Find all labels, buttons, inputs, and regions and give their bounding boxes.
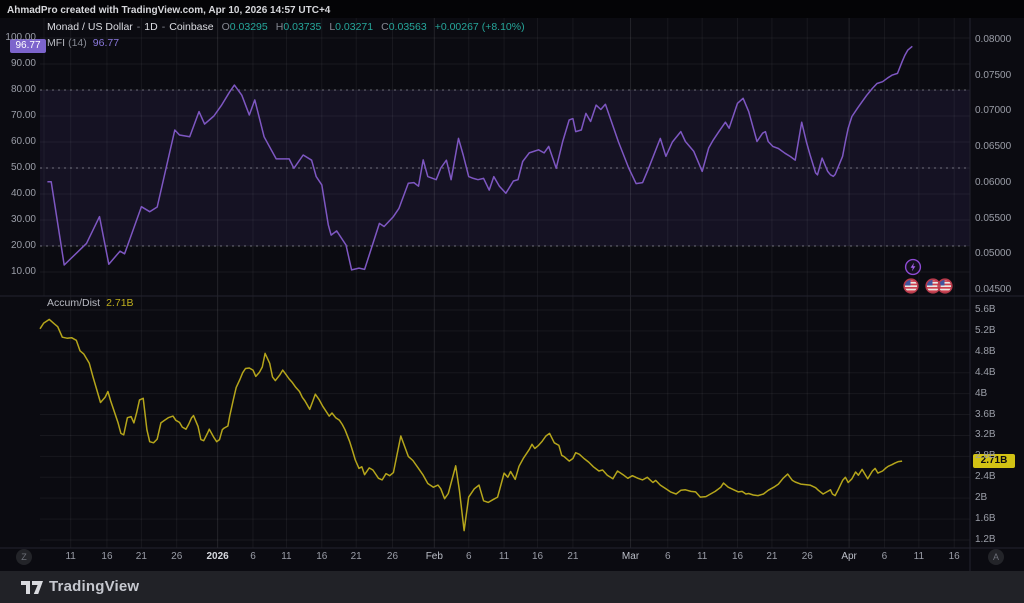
time-axis-tick: 11 [697, 551, 707, 562]
time-axis-tick: Mar [622, 551, 639, 562]
time-axis-tick: 11 [499, 551, 509, 562]
us-flag-event-pair-icon[interactable] [924, 278, 954, 294]
time-axis-tick: 16 [949, 551, 960, 562]
chart-area[interactable]: Monad / US Dollar-1D-CoinbaseO0.03295H0.… [0, 18, 1024, 571]
accum-dist-legend[interactable]: Accum/Dist 2.71B [47, 297, 134, 310]
symbol-title[interactable]: Monad / US Dollar [47, 21, 133, 33]
time-axis-right-button[interactable]: A [988, 549, 1004, 565]
time-axis-tick: 6 [466, 551, 472, 562]
time-axis-tick: 6 [665, 551, 671, 562]
time-axis-tick: 16 [532, 551, 543, 562]
legend-separator: - [137, 21, 141, 33]
mfi-current-value: 96.77 [93, 37, 119, 49]
price-scale-tick: 0.07500 [975, 70, 1011, 82]
mfi-scale-tick: 50.00 [0, 162, 36, 174]
accum-dist-scale-tick: 4B [975, 388, 987, 400]
tradingview-wordmark[interactable]: TradingView [49, 571, 139, 603]
time-axis-tick: 26 [802, 551, 813, 562]
mfi-scale-tick: 10.00 [0, 266, 36, 278]
footer-bar: TradingView [0, 571, 1024, 603]
time-axis-tick: 11 [914, 551, 924, 562]
open-key: O [222, 21, 230, 33]
time-axis-tick: 16 [101, 551, 112, 562]
accum-dist-scale-tick: 4.8B [975, 346, 996, 358]
accum-dist-scale-tick: 1.6B [975, 513, 996, 525]
chart-canvas[interactable] [0, 18, 1024, 571]
time-axis-left-button[interactable]: Z [16, 549, 32, 565]
high-value: 0.03735 [283, 21, 321, 33]
time-axis-tick: 21 [351, 551, 362, 562]
change-value: +0.00267 (+8.10%) [435, 21, 525, 33]
price-scale-tick: 0.06000 [975, 177, 1011, 189]
time-axis-tick: 26 [387, 551, 398, 562]
interval-label[interactable]: 1D [144, 21, 157, 33]
accum-dist-line [40, 319, 902, 530]
accum-dist-scale-tick: 5.2B [975, 325, 996, 337]
accum-dist-scale-tick: 5.6B [975, 304, 996, 316]
accum-dist-scale-tick: 3.6B [975, 409, 996, 421]
price-scale-tick: 0.06500 [975, 141, 1011, 153]
time-axis-tick: 16 [316, 551, 327, 562]
time-axis-tick: 6 [250, 551, 256, 562]
time-axis-tick: Apr [841, 551, 857, 562]
price-scale-tick: 0.08000 [975, 34, 1011, 46]
time-axis-tick: 26 [171, 551, 182, 562]
time-axis-tick: 11 [65, 551, 75, 562]
open-value: 0.03295 [230, 21, 268, 33]
time-axis-tick: Feb [426, 551, 443, 562]
time-axis-tick: 21 [136, 551, 147, 562]
mfi-scale-tick: 80.00 [0, 84, 36, 96]
symbol-legend[interactable]: Monad / US Dollar-1D-CoinbaseO0.03295H0.… [47, 21, 525, 34]
mfi-scale-tick: 30.00 [0, 214, 36, 226]
accum-dist-scale-tick: 2.4B [975, 471, 996, 483]
accum-dist-scale-tick: 2.8B [975, 450, 996, 462]
low-value: 0.03271 [335, 21, 373, 33]
mfi-scale-tick: 100.00 [0, 32, 36, 44]
close-value: 0.03563 [389, 21, 427, 33]
accum-dist-scale-tick: 4.4B [975, 367, 996, 379]
mfi-params: (14) [68, 37, 87, 49]
time-axis-tick: 6 [882, 551, 888, 562]
us-flag-event-icon[interactable] [903, 278, 919, 294]
accum-dist-scale-tick: 1.2B [975, 534, 996, 546]
mfi-name[interactable]: MFI [47, 37, 65, 49]
time-axis-tick: 21 [567, 551, 578, 562]
accum-dist-name[interactable]: Accum/Dist [47, 297, 100, 309]
legend-separator: - [162, 21, 166, 33]
lightning-event-icon[interactable] [904, 258, 922, 276]
mfi-scale-tick: 20.00 [0, 240, 36, 252]
time-axis-tick: 2026 [207, 551, 229, 562]
attribution-bar: AhmadPro created with TradingView.com, A… [0, 0, 1024, 18]
mfi-scale-tick: 40.00 [0, 188, 36, 200]
mfi-scale-tick: 70.00 [0, 110, 36, 122]
time-axis-tick: 11 [281, 551, 291, 562]
exchange-label[interactable]: Coinbase [169, 21, 213, 33]
time-axis-tick: 16 [732, 551, 743, 562]
accum-dist-scale-tick: 2B [975, 492, 987, 504]
mfi-scale-tick: 90.00 [0, 58, 36, 70]
close-key: C [381, 21, 389, 33]
accum-dist-scale-tick: 3.2B [975, 429, 996, 441]
tradingview-logo-icon[interactable] [20, 578, 44, 598]
time-axis-tick: 21 [766, 551, 777, 562]
price-scale-tick: 0.05500 [975, 213, 1011, 225]
price-scale-tick: 0.04500 [975, 284, 1011, 296]
mfi-scale-tick: 60.00 [0, 136, 36, 148]
price-scale-tick: 0.05000 [975, 248, 1011, 260]
tradingview-snapshot: AhmadPro created with TradingView.com, A… [0, 0, 1024, 603]
accum-dist-current-value: 2.71B [106, 297, 133, 309]
mfi-indicator-legend[interactable]: MFI(14) 96.77 [47, 37, 119, 50]
price-scale-tick: 0.07000 [975, 105, 1011, 117]
